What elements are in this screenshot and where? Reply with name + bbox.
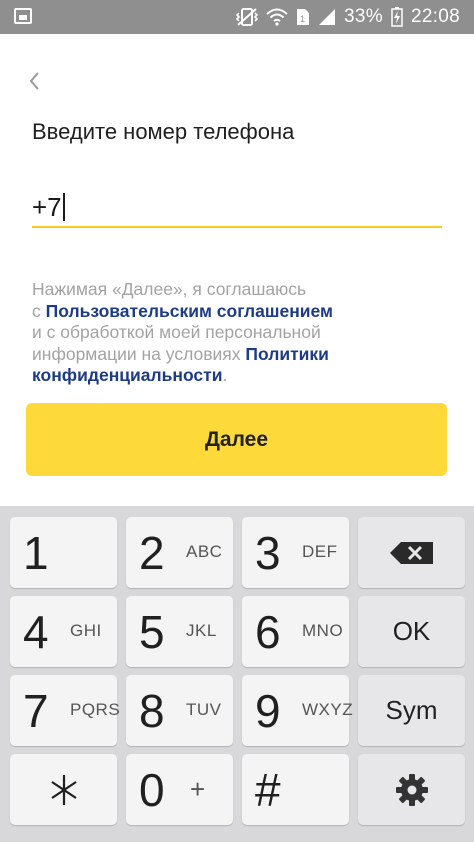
key-3[interactable]: 3 DEF (242, 517, 349, 588)
status-bar-left (14, 8, 32, 29)
settings-key-content (358, 754, 465, 825)
key-hash[interactable]: # (242, 754, 349, 825)
key-5[interactable]: 5 JKL (126, 596, 233, 667)
privacy-policy-link-part-2[interactable]: конфиденциальности (32, 365, 222, 385)
ok-key[interactable]: OK (358, 596, 465, 667)
key-letters: JKL (186, 621, 217, 640)
backspace-key[interactable] (358, 517, 465, 588)
settings-key[interactable] (358, 754, 465, 825)
consent-line-4: информации на условиях Политики (32, 344, 452, 366)
gallery-icon (14, 8, 32, 24)
key-digit: 7 (23, 685, 49, 737)
user-agreement-link[interactable]: Пользовательским соглашением (46, 301, 333, 321)
key-digit: 2 (139, 527, 165, 579)
consent-text: Нажимая «Далее», я соглашаюсь с Пользова… (32, 279, 452, 387)
key-2[interactable]: 2 ABC (126, 517, 233, 588)
key-asterisk[interactable] (10, 754, 117, 825)
key-6[interactable]: 6 MNO (242, 596, 349, 667)
key-8[interactable]: 8 TUV (126, 675, 233, 746)
numeric-keyboard: 1 2 ABC 3 DEF 4 GHI 5 JKL 6 MNO OK 7 PQR… (0, 506, 474, 842)
consent-line-2: с Пользовательским соглашением (32, 301, 452, 323)
signal-icon (319, 9, 336, 25)
backspace-icon (389, 541, 433, 564)
page-title: Введите номер телефона (32, 119, 295, 144)
next-button[interactable]: Далее (26, 403, 447, 476)
key-letters: ABC (186, 542, 223, 561)
key-4[interactable]: 4 GHI (10, 596, 117, 667)
consent-line-1: Нажимая «Далее», я соглашаюсь (32, 279, 307, 299)
gear-icon (395, 773, 428, 806)
key-7[interactable]: 7 PQRS (10, 675, 121, 746)
key-digit: 6 (255, 606, 281, 658)
svg-text:1: 1 (300, 14, 305, 24)
asterisk-key-content (10, 754, 117, 825)
sym-key-label: Sym (385, 695, 438, 725)
key-digit: 0 (139, 764, 165, 816)
key-digit: 8 (139, 685, 165, 737)
wifi-icon (266, 8, 288, 26)
key-0[interactable]: 0 + (126, 754, 233, 825)
key-letters: WXYZ (302, 700, 354, 719)
asterisk-icon (50, 774, 77, 805)
privacy-policy-link-part-1[interactable]: Политики (245, 344, 329, 364)
vibrate-icon (236, 8, 259, 26)
consent-line-4-prefix: информации на условиях (32, 343, 246, 364)
backspace-key-content (358, 517, 465, 588)
key-plus: + (190, 774, 206, 804)
consent-suffix: . (222, 365, 228, 385)
sim-icon: 1 (297, 9, 310, 25)
battery-percent: 33% (344, 6, 383, 27)
key-letters: TUV (186, 700, 222, 719)
phone-input[interactable]: +7 (32, 190, 442, 228)
key-9[interactable]: 9 WXYZ (242, 675, 353, 746)
key-digit: 1 (23, 527, 49, 579)
consent-line-5: конфиденциальности. (32, 365, 452, 387)
key-letters: GHI (70, 621, 102, 640)
back-button[interactable] (22, 66, 46, 96)
key-digit: 3 (255, 527, 281, 579)
key-letters: PQRS (70, 700, 121, 719)
text-caret (62, 193, 65, 221)
key-digit: 4 (23, 606, 49, 658)
phone-input-value[interactable]: +7 (32, 192, 62, 222)
key-letters: MNO (302, 621, 344, 640)
clock: 22:08 (410, 6, 460, 27)
key-digit: 5 (139, 606, 165, 658)
key-letters: DEF (302, 542, 338, 561)
consent-line-3: и с обработкой моей персональной (32, 322, 321, 342)
key-1[interactable]: 1 (10, 517, 117, 588)
consent-line-2-prefix: с (32, 300, 46, 321)
charging-icon (391, 7, 403, 27)
chevron-left-icon (29, 72, 39, 90)
status-bar: 1 33% 22:08 (0, 0, 474, 34)
sym-key[interactable]: Sym (358, 675, 465, 746)
key-digit: # (255, 764, 281, 816)
ok-key-label: OK (392, 616, 431, 646)
status-bar-right: 1 33% 22:08 (236, 5, 460, 29)
key-digit: 9 (255, 685, 281, 737)
